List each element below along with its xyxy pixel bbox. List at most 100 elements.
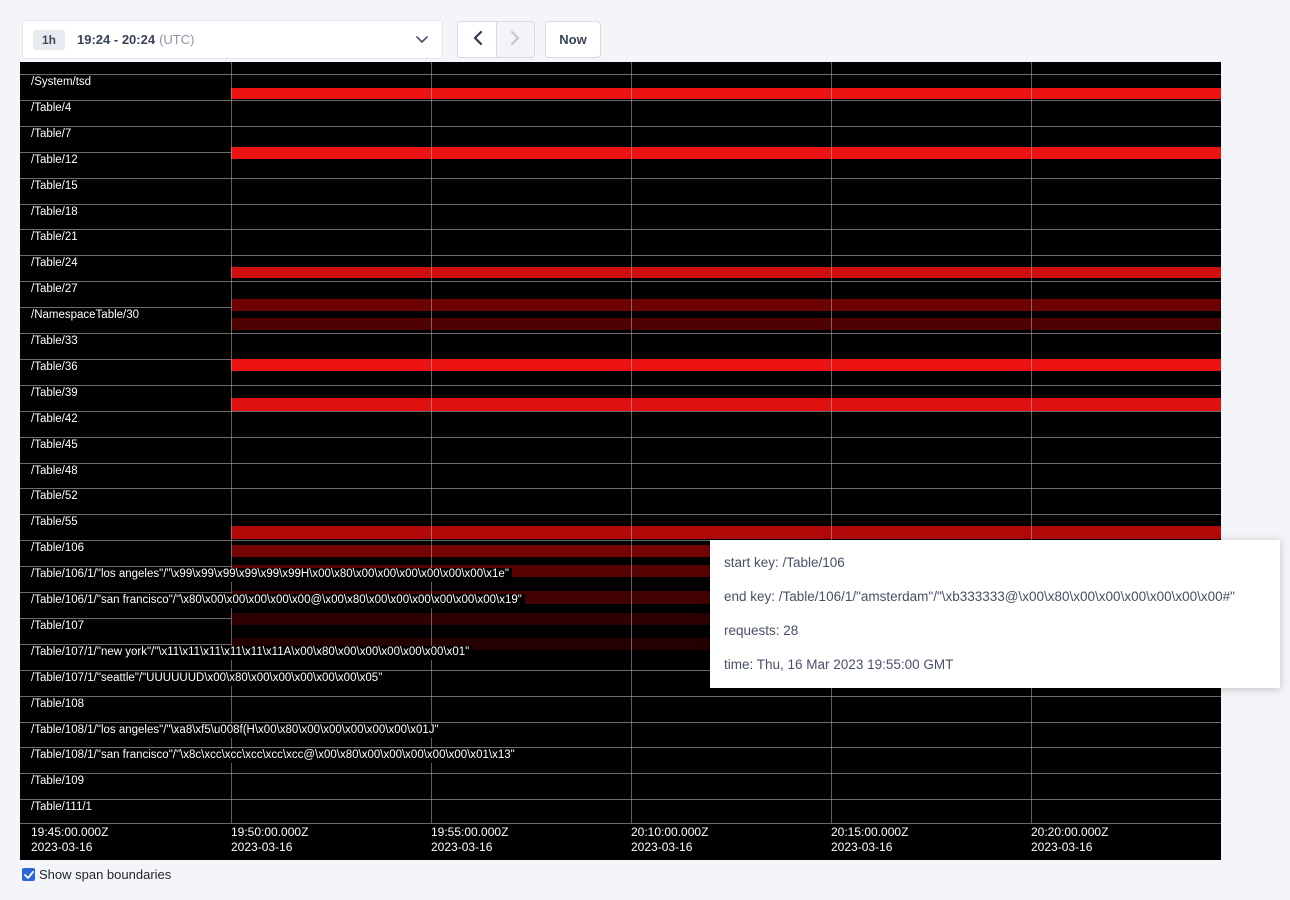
span-boundary-line bbox=[20, 255, 1221, 256]
time-axis-date: 2023-03-16 bbox=[831, 840, 908, 855]
span-boundary-line bbox=[20, 722, 1221, 723]
time-axis-time: 19:50:00.000Z bbox=[231, 825, 308, 840]
key-span-label: /Table/107 bbox=[31, 620, 87, 634]
key-span-label: /NamespaceTable/30 bbox=[31, 309, 142, 323]
heat-band bbox=[231, 88, 1221, 99]
now-button[interactable]: Now bbox=[545, 21, 601, 58]
time-gridline bbox=[231, 62, 232, 823]
time-gridline bbox=[431, 62, 432, 823]
time-range-value: 19:24 - 20:24 bbox=[77, 32, 155, 47]
time-range-timezone: (UTC) bbox=[159, 32, 194, 47]
time-axis-label: 20:15:00.000Z2023-03-16 bbox=[831, 825, 908, 855]
key-span-label: /Table/21 bbox=[31, 231, 81, 245]
span-boundary-line bbox=[20, 514, 1221, 515]
time-axis-time: 20:20:00.000Z bbox=[1031, 825, 1108, 840]
span-boundary-line bbox=[20, 696, 1221, 697]
time-axis-date: 2023-03-16 bbox=[431, 840, 508, 855]
time-axis-time: 19:45:00.000Z bbox=[31, 825, 108, 840]
time-range-selector[interactable]: 1h 19:24 - 20:24 (UTC) bbox=[22, 20, 443, 59]
span-boundary-line bbox=[20, 385, 1221, 386]
key-span-label: /Table/106/1/"los angeles"/"\x99\x99\x99… bbox=[31, 568, 512, 582]
heat-band bbox=[231, 526, 1221, 539]
span-boundary-line bbox=[20, 437, 1221, 438]
key-span-label: /Table/45 bbox=[31, 439, 81, 453]
key-span-label: /System/tsd bbox=[31, 76, 94, 90]
time-axis-date: 2023-03-16 bbox=[1031, 840, 1108, 855]
chevron-left-icon bbox=[473, 31, 482, 48]
span-boundary-line bbox=[20, 204, 1221, 205]
key-span-label: /Table/33 bbox=[31, 335, 81, 349]
time-axis-time: 20:15:00.000Z bbox=[831, 825, 908, 840]
time-axis-label: 19:50:00.000Z2023-03-16 bbox=[231, 825, 308, 855]
span-boundary-line bbox=[20, 747, 1221, 748]
key-span-label: /Table/108/1/"los angeles"/"\xa8\xf5\u00… bbox=[31, 724, 442, 738]
tooltip-end-key: end key: /Table/106/1/"amsterdam"/"\xb33… bbox=[724, 580, 1266, 614]
duration-badge: 1h bbox=[33, 30, 65, 50]
time-axis-date: 2023-03-16 bbox=[31, 840, 108, 855]
key-span-label: /Table/39 bbox=[31, 387, 81, 401]
span-boundary-line bbox=[20, 823, 1221, 824]
show-span-boundaries-label: Show span boundaries bbox=[39, 867, 171, 882]
chevron-right-icon bbox=[511, 31, 520, 48]
key-span-label: /Table/52 bbox=[31, 490, 81, 504]
span-boundary-line bbox=[20, 281, 1221, 282]
span-boundary-line bbox=[20, 773, 1221, 774]
show-span-boundaries-checkbox[interactable] bbox=[22, 868, 35, 881]
key-span-label: /Table/106/1/"san francisco"/"\x80\x00\x… bbox=[31, 594, 525, 608]
tooltip-time: time: Thu, 16 Mar 2023 19:55:00 GMT bbox=[724, 648, 1266, 682]
next-time-button[interactable] bbox=[496, 21, 535, 58]
footer: Show span boundaries bbox=[22, 867, 171, 882]
span-boundary-line bbox=[20, 100, 1221, 101]
key-span-label: /Table/111/1 bbox=[31, 801, 95, 815]
tooltip-start-key: start key: /Table/106 bbox=[724, 546, 1266, 580]
key-span-label: /Table/48 bbox=[31, 465, 81, 479]
key-visualizer-canvas[interactable]: /System/tsd/Table/4/Table/7/Table/12/Tab… bbox=[20, 62, 1221, 860]
key-span-label: /Table/12 bbox=[31, 154, 81, 168]
span-boundary-line bbox=[20, 178, 1221, 179]
tooltip-requests: requests: 28 bbox=[724, 614, 1266, 648]
key-span-label: /Table/106 bbox=[31, 542, 87, 556]
toolbar: 1h 19:24 - 20:24 (UTC) Now bbox=[22, 20, 601, 59]
key-span-label: /Table/24 bbox=[31, 257, 81, 271]
time-range-text: 19:24 - 20:24 (UTC) bbox=[77, 31, 194, 49]
time-axis-date: 2023-03-16 bbox=[231, 840, 308, 855]
key-span-label: /Table/27 bbox=[31, 283, 81, 297]
time-gridline bbox=[831, 62, 832, 823]
time-axis-time: 20:10:00.000Z bbox=[631, 825, 708, 840]
time-gridline bbox=[631, 62, 632, 823]
key-span-label: /Table/109 bbox=[31, 775, 87, 789]
heat-band bbox=[231, 398, 1221, 411]
heat-band bbox=[231, 147, 1221, 159]
key-span-label: /Table/36 bbox=[31, 361, 81, 375]
heat-band bbox=[231, 299, 1221, 311]
key-span-label: /Table/15 bbox=[31, 180, 81, 194]
span-boundary-line bbox=[20, 229, 1221, 230]
time-nav-buttons bbox=[457, 21, 535, 58]
chevron-down-icon bbox=[416, 31, 428, 49]
prev-time-button[interactable] bbox=[457, 21, 496, 58]
span-boundary-line bbox=[20, 74, 1221, 75]
span-boundary-line bbox=[20, 333, 1221, 334]
key-span-label: /Table/7 bbox=[31, 128, 74, 142]
span-boundary-line bbox=[20, 799, 1221, 800]
key-span-label: /Table/108/1/"san francisco"/"\x8c\xcc\x… bbox=[31, 749, 518, 763]
key-span-label: /Table/18 bbox=[31, 206, 81, 220]
key-span-label: /Table/107/1/"seattle"/"UUUUUUD\x00\x80\… bbox=[31, 672, 385, 686]
check-icon bbox=[24, 866, 34, 884]
span-boundary-line bbox=[20, 488, 1221, 489]
time-axis-label: 20:10:00.000Z2023-03-16 bbox=[631, 825, 708, 855]
key-span-label: /Table/42 bbox=[31, 413, 81, 427]
key-span-label: /Table/107/1/"new york"/"\x11\x11\x11\x1… bbox=[31, 646, 472, 660]
heat-band bbox=[231, 318, 1221, 330]
heat-band bbox=[231, 267, 1221, 278]
span-boundary-line bbox=[20, 463, 1221, 464]
time-gridline bbox=[1031, 62, 1032, 823]
time-axis-date: 2023-03-16 bbox=[631, 840, 708, 855]
key-span-label: /Table/108 bbox=[31, 698, 87, 712]
span-boundary-line bbox=[20, 411, 1221, 412]
time-axis-label: 19:45:00.000Z2023-03-16 bbox=[31, 825, 108, 855]
heat-band bbox=[231, 359, 1221, 371]
key-span-label: /Table/4 bbox=[31, 102, 74, 116]
time-axis-label: 20:20:00.000Z2023-03-16 bbox=[1031, 825, 1108, 855]
key-span-label: /Table/55 bbox=[31, 516, 81, 530]
